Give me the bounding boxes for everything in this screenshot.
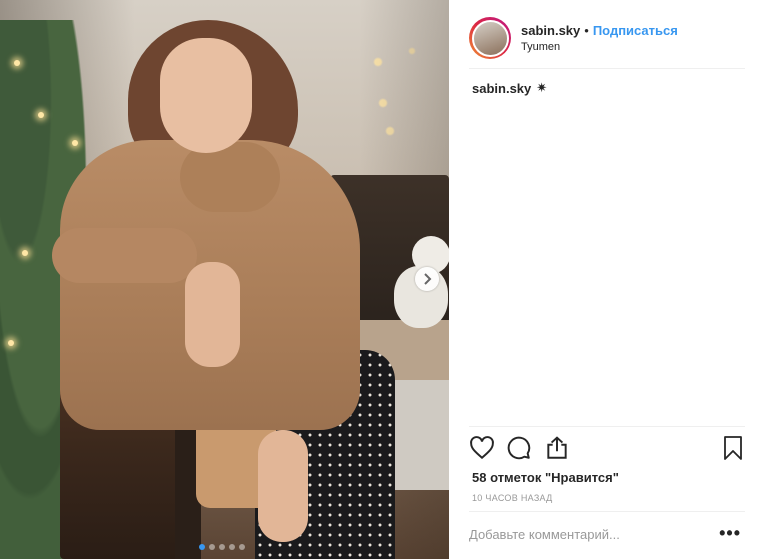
share-glyph [547, 436, 567, 459]
likes-count[interactable]: 58 отметок "Нравится" [472, 470, 619, 485]
heart-icon[interactable] [469, 435, 497, 463]
comment-icon[interactable] [506, 435, 534, 463]
username-link[interactable]: sabin.sky [521, 23, 580, 38]
post-timestamp[interactable]: 10 ЧАСОВ НАЗАД [472, 493, 553, 503]
bookmark-icon[interactable] [721, 435, 749, 463]
photo-light [22, 250, 28, 256]
caption-emoji: ✷ [536, 80, 548, 95]
photo-collar [180, 142, 280, 212]
bookmark-glyph [724, 436, 742, 460]
photo-light [14, 60, 20, 66]
post-header: sabin.sky • Подписаться Tyumen [469, 8, 745, 69]
actions-bar [469, 435, 745, 463]
header-row: sabin.sky • Подписаться [521, 23, 678, 39]
photo-light [38, 112, 44, 118]
separator-dot: • [584, 23, 589, 38]
post-photo[interactable] [0, 0, 449, 559]
post-actions-section: 58 отметок "Нравится" 10 ЧАСОВ НАЗАД [469, 426, 745, 503]
comment-input[interactable] [469, 527, 699, 542]
carousel-dot [219, 544, 225, 550]
comment-section: ••• [469, 511, 745, 558]
post-sidebar: sabin.sky • Подписаться Tyumen sabin.sky ✷ [449, 0, 760, 559]
chevron-right-glyph [424, 273, 432, 285]
photo-light [72, 140, 78, 146]
heart-glyph [470, 436, 494, 460]
more-options-icon[interactable]: ••• [719, 524, 741, 542]
comment-glyph [507, 436, 531, 460]
chevron-right-icon[interactable] [415, 267, 439, 291]
carousel-dot [209, 544, 215, 550]
instagram-post: sabin.sky • Подписаться Tyumen sabin.sky ✷ [0, 0, 760, 559]
header-text: sabin.sky • Подписаться Tyumen [521, 23, 678, 53]
photo-light [8, 340, 14, 346]
carousel-dot [199, 544, 205, 550]
avatar-image [471, 19, 509, 57]
caption-username[interactable]: sabin.sky [472, 81, 531, 96]
photo-hand [258, 430, 308, 542]
carousel-dot [239, 544, 245, 550]
carousel-indicator [199, 544, 245, 550]
photo-arm [52, 228, 197, 283]
location-link[interactable]: Tyumen [521, 41, 678, 53]
follow-button[interactable]: Подписаться [593, 23, 678, 38]
avatar[interactable] [469, 17, 511, 59]
carousel-dot [229, 544, 235, 550]
post-caption: sabin.sky ✷ [472, 80, 547, 96]
photo-hand [185, 262, 240, 367]
share-icon[interactable] [544, 435, 572, 463]
photo-face [160, 38, 252, 153]
